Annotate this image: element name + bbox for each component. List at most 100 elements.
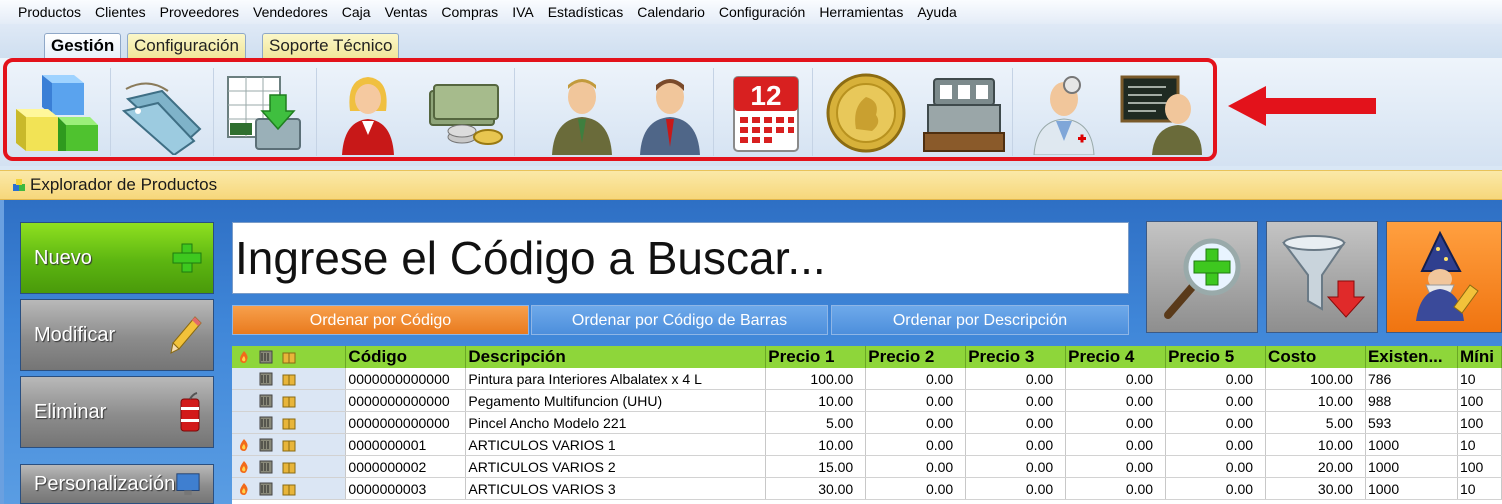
table-cell[interactable]: 0.00 xyxy=(1165,411,1267,434)
table-cell[interactable]: 0.00 xyxy=(965,389,1067,412)
column-header-descripcion[interactable]: Descripción xyxy=(465,346,767,368)
table-cell[interactable]: 20.00 xyxy=(1265,455,1366,478)
table-cell[interactable]: 0000000000000 xyxy=(345,389,467,412)
table-cell[interactable]: 10.00 xyxy=(765,389,867,412)
table-cell[interactable]: 593 xyxy=(1365,411,1458,434)
column-header-existencia[interactable]: Existen... xyxy=(1365,346,1458,368)
table-cell[interactable]: 0.00 xyxy=(1165,477,1267,500)
table-cell[interactable]: 0.00 xyxy=(1165,433,1267,456)
edit-button[interactable]: Modificar xyxy=(20,299,214,371)
column-header-codigo[interactable]: Código xyxy=(345,346,467,368)
menu-ventas[interactable]: Ventas xyxy=(378,4,435,20)
table-row[interactable]: 0000000003 ARTICULOS VARIOS 3 30.00 0.00 0.0… xyxy=(232,477,1502,500)
menu-vendedores[interactable]: Vendedores xyxy=(246,4,335,20)
wizard-button[interactable] xyxy=(1386,221,1502,333)
tab-gestion[interactable]: Gestión xyxy=(44,33,122,58)
menu-estadisticas[interactable]: Estadísticas xyxy=(541,4,630,20)
column-header-minimo[interactable]: Míni xyxy=(1457,346,1502,368)
table-cell[interactable]: Pintura para Interiores Albalatex x 4 L xyxy=(465,368,767,390)
table-cell[interactable]: 0.00 xyxy=(965,477,1067,500)
table-cell[interactable]: 0.00 xyxy=(865,433,967,456)
table-cell[interactable]: 0.00 xyxy=(1165,455,1267,478)
new-button[interactable]: Nuevo xyxy=(20,222,214,294)
table-cell[interactable]: 10 xyxy=(1457,368,1502,390)
column-header-precio-4[interactable]: Precio 4 xyxy=(1065,346,1167,368)
table-cell[interactable]: 30.00 xyxy=(765,477,867,500)
table-cell[interactable]: 100 xyxy=(1457,411,1502,434)
table-cell[interactable]: 0.00 xyxy=(865,411,967,434)
table-row[interactable]: 0000000000000 Pincel Ancho Modelo 221 5.00… xyxy=(232,411,1502,434)
menu-productos[interactable]: Productos xyxy=(0,4,88,20)
column-header-costo[interactable]: Costo xyxy=(1265,346,1366,368)
table-cell[interactable]: 0.00 xyxy=(865,368,967,390)
menu-proveedores[interactable]: Proveedores xyxy=(153,4,246,20)
tab-configuracion[interactable]: Configuración xyxy=(127,33,246,58)
table-cell[interactable]: 0.00 xyxy=(1065,368,1167,390)
sort-by-code-button[interactable]: Ordenar por Código xyxy=(232,305,529,335)
menu-configuracion[interactable]: Configuración xyxy=(712,4,812,20)
table-row[interactable]: 0000000002 ARTICULOS VARIOS 2 15.00 0.00 0.0… xyxy=(232,455,1502,478)
table-cell[interactable]: 0.00 xyxy=(965,433,1067,456)
table-cell[interactable]: 786 xyxy=(1365,368,1458,390)
table-cell[interactable]: 0000000000000 xyxy=(345,411,467,434)
sort-by-description-button[interactable]: Ordenar por Descripción xyxy=(831,305,1129,335)
table-cell[interactable]: 0.00 xyxy=(965,411,1067,434)
table-cell[interactable]: 0.00 xyxy=(865,455,967,478)
table-cell[interactable]: 10.00 xyxy=(1265,433,1366,456)
table-cell[interactable]: 0.00 xyxy=(965,455,1067,478)
table-cell[interactable]: 100.00 xyxy=(765,368,867,390)
table-cell[interactable]: 5.00 xyxy=(1265,411,1366,434)
menu-iva[interactable]: IVA xyxy=(505,4,541,20)
table-row[interactable]: 0000000000000 Pegamento Multifuncion (UHU… xyxy=(232,389,1502,412)
table-cell[interactable]: 0000000000000 xyxy=(345,368,467,390)
table-cell[interactable]: 10.00 xyxy=(1265,389,1366,412)
table-cell[interactable]: 0.00 xyxy=(965,368,1067,390)
table-cell[interactable]: 0.00 xyxy=(1065,477,1167,500)
table-cell[interactable]: 0000000003 xyxy=(345,477,467,500)
table-row[interactable]: 0000000001 ARTICULOS VARIOS 1 10.00 0.00 0.0… xyxy=(232,433,1502,456)
table-cell[interactable]: 100 xyxy=(1457,455,1502,478)
delete-button[interactable]: Eliminar xyxy=(20,376,214,448)
table-cell[interactable]: 988 xyxy=(1365,389,1458,412)
table-cell[interactable]: 10 xyxy=(1457,477,1502,500)
search-input[interactable]: Ingrese el Código a Buscar... xyxy=(232,222,1129,294)
table-cell[interactable]: 0000000001 xyxy=(345,433,467,456)
column-header-precio-3[interactable]: Precio 3 xyxy=(965,346,1067,368)
column-header-precio-2[interactable]: Precio 2 xyxy=(865,346,967,368)
column-header-precio-5[interactable]: Precio 5 xyxy=(1165,346,1267,368)
table-cell[interactable]: ARTICULOS VARIOS 2 xyxy=(465,455,767,478)
table-cell[interactable]: 10 xyxy=(1457,433,1502,456)
table-cell[interactable]: ARTICULOS VARIOS 3 xyxy=(465,477,767,500)
menu-calendario[interactable]: Calendario xyxy=(630,4,712,20)
column-header-precio-1[interactable]: Precio 1 xyxy=(765,346,867,368)
table-cell[interactable]: 0000000002 xyxy=(345,455,467,478)
menu-compras[interactable]: Compras xyxy=(434,4,505,20)
table-cell[interactable]: 100 xyxy=(1457,389,1502,412)
table-cell[interactable]: 1000 xyxy=(1365,433,1458,456)
zoom-add-button[interactable] xyxy=(1146,221,1258,333)
filter-button[interactable] xyxy=(1266,221,1378,333)
table-cell[interactable]: 15.00 xyxy=(765,455,867,478)
table-cell[interactable]: 10.00 xyxy=(765,433,867,456)
table-cell[interactable]: 1000 xyxy=(1365,477,1458,500)
table-cell[interactable]: ARTICULOS VARIOS 1 xyxy=(465,433,767,456)
customize-button[interactable]: Personalización xyxy=(20,464,214,504)
table-cell[interactable]: 0.00 xyxy=(865,477,967,500)
menu-herramientas[interactable]: Herramientas xyxy=(812,4,910,20)
table-cell[interactable]: Pincel Ancho Modelo 221 xyxy=(465,411,767,434)
table-cell[interactable]: Pegamento Multifuncion (UHU) xyxy=(465,389,767,412)
table-cell[interactable]: 30.00 xyxy=(1265,477,1366,500)
icon-column-header[interactable] xyxy=(232,346,347,368)
table-row[interactable]: 0000000000000 Pintura para Interiores Alb… xyxy=(232,368,1502,390)
table-cell[interactable]: 5.00 xyxy=(765,411,867,434)
table-cell[interactable]: 0.00 xyxy=(865,389,967,412)
menu-ayuda[interactable]: Ayuda xyxy=(910,4,963,20)
tab-soporte-tecnico[interactable]: Soporte Técnico xyxy=(262,33,400,58)
table-cell[interactable]: 100.00 xyxy=(1265,368,1366,390)
table-cell[interactable]: 0.00 xyxy=(1165,368,1267,390)
table-cell[interactable]: 1000 xyxy=(1365,455,1458,478)
table-cell[interactable]: 0.00 xyxy=(1165,389,1267,412)
table-cell[interactable]: 0.00 xyxy=(1065,433,1167,456)
sort-by-barcode-button[interactable]: Ordenar por Código de Barras xyxy=(531,305,828,335)
menu-clientes[interactable]: Clientes xyxy=(88,4,153,20)
